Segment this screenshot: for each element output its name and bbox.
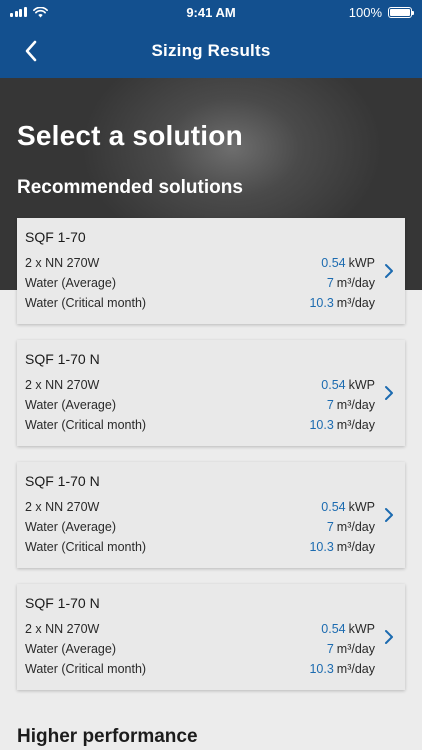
wifi-icon [32, 6, 48, 17]
critical-water-value: 10.3 m³/day [309, 418, 375, 432]
solution-card[interactable]: SQF 1-70 N 2 x NN 270W 0.54 kWP Water (Av… [17, 340, 405, 446]
critical-water-row: Water (Critical month) 10.3 m³/day [25, 418, 375, 436]
critical-water-row: Water (Critical month) 10.3 m³/day [25, 296, 375, 314]
power-number: 0.54 [321, 256, 346, 270]
panel-label: 2 x NN 270W [25, 622, 100, 636]
panel-label: 2 x NN 270W [25, 256, 100, 270]
power-unit: kWP [348, 622, 375, 636]
chevron-right-icon [385, 386, 393, 400]
solution-card[interactable]: SQF 1-70 2 x NN 270W 0.54 kWP Water (Aver… [17, 218, 405, 324]
average-water-row: Water (Average) 7 m³/day [25, 276, 375, 294]
panel-row: 2 x NN 270W 0.54 kWP [25, 378, 375, 396]
critical-water-row: Water (Critical month) 10.3 m³/day [25, 662, 375, 680]
power-number: 0.54 [321, 500, 346, 514]
critical-water-number: 10.3 [309, 662, 334, 676]
page-title: Select a solution [17, 120, 243, 151]
power-value: 0.54 kWP [321, 500, 375, 514]
chevron-left-icon [25, 40, 37, 62]
average-water-label: Water (Average) [25, 642, 117, 656]
critical-water-unit: m³/day [336, 540, 375, 554]
chevron-right-icon [385, 264, 393, 278]
chevron-right-icon [385, 508, 393, 522]
power-number: 0.54 [321, 622, 346, 636]
average-water-unit: m³/day [336, 398, 375, 412]
critical-water-unit: m³/day [336, 418, 375, 432]
average-water-value: 7 m³/day [327, 520, 375, 534]
critical-water-row: Water (Critical month) 10.3 m³/day [25, 540, 375, 558]
average-water-value: 7 m³/day [327, 642, 375, 656]
power-value: 0.54 kWP [321, 378, 375, 392]
critical-water-label: Water (Critical month) [25, 296, 147, 310]
status-bar: 9:41 AM 100% [0, 0, 422, 24]
battery-level [390, 8, 410, 16]
higher-performance-heading: Higher performance [17, 726, 198, 747]
critical-water-label: Water (Critical month) [25, 418, 147, 432]
battery-percent: 100% [348, 4, 382, 20]
average-water-number: 7 [326, 276, 334, 290]
nav-title: Sizing Results [151, 41, 271, 60]
status-right: 100% [332, 4, 414, 20]
average-water-value: 7 m³/day [327, 276, 375, 290]
critical-water-unit: m³/day [336, 296, 375, 310]
battery-icon [388, 6, 414, 18]
status-time: 9:41 AM [186, 4, 236, 20]
solution-card[interactable]: SQF 1-70 N 2 x NN 270W 0.54 kWP Water (Av… [17, 584, 405, 690]
panel-label: 2 x NN 270W [25, 378, 100, 392]
panel-row: 2 x NN 270W 0.54 kWP [25, 256, 375, 274]
power-unit: kWP [348, 256, 375, 270]
power-number: 0.54 [321, 378, 346, 392]
power-value: 0.54 kWP [321, 256, 375, 270]
average-water-unit: m³/day [336, 276, 375, 290]
average-water-label: Water (Average) [25, 520, 117, 534]
solution-name: SQF 1-70 N [25, 473, 100, 489]
recommended-heading: Recommended solutions [17, 177, 243, 198]
critical-water-label: Water (Critical month) [25, 662, 147, 676]
critical-water-number: 10.3 [309, 540, 334, 554]
critical-water-number: 10.3 [309, 296, 334, 310]
chevron-right-icon [385, 630, 393, 644]
signal-icon [10, 7, 27, 17]
critical-water-value: 10.3 m³/day [309, 540, 375, 554]
power-value: 0.54 kWP [321, 622, 375, 636]
average-water-label: Water (Average) [25, 276, 117, 290]
back-button[interactable] [16, 36, 46, 66]
navigation-bar: Sizing Results [0, 24, 422, 78]
critical-water-label: Water (Critical month) [25, 540, 147, 554]
average-water-unit: m³/day [336, 642, 375, 656]
critical-water-unit: m³/day [336, 662, 375, 676]
average-water-label: Water (Average) [25, 398, 117, 412]
solution-card[interactable]: SQF 1-70 N 2 x NN 270W 0.54 kWP Water (Av… [17, 462, 405, 568]
panel-row: 2 x NN 270W 0.54 kWP [25, 500, 375, 518]
critical-water-value: 10.3 m³/day [309, 296, 375, 310]
average-water-number: 7 [326, 642, 334, 656]
average-water-number: 7 [326, 520, 334, 534]
panel-label: 2 x NN 270W [25, 500, 100, 514]
average-water-number: 7 [326, 398, 334, 412]
average-water-row: Water (Average) 7 m³/day [25, 398, 375, 416]
power-unit: kWP [348, 500, 375, 514]
critical-water-number: 10.3 [309, 418, 334, 432]
status-left [10, 6, 90, 18]
average-water-row: Water (Average) 7 m³/day [25, 642, 375, 660]
solution-name: SQF 1-70 N [25, 351, 100, 367]
average-water-row: Water (Average) 7 m³/day [25, 520, 375, 538]
average-water-unit: m³/day [336, 520, 375, 534]
critical-water-value: 10.3 m³/day [309, 662, 375, 676]
solution-name: SQF 1-70 [25, 229, 86, 245]
power-unit: kWP [348, 378, 375, 392]
panel-row: 2 x NN 270W 0.54 kWP [25, 622, 375, 640]
average-water-value: 7 m³/day [327, 398, 375, 412]
solution-name: SQF 1-70 N [25, 595, 100, 611]
